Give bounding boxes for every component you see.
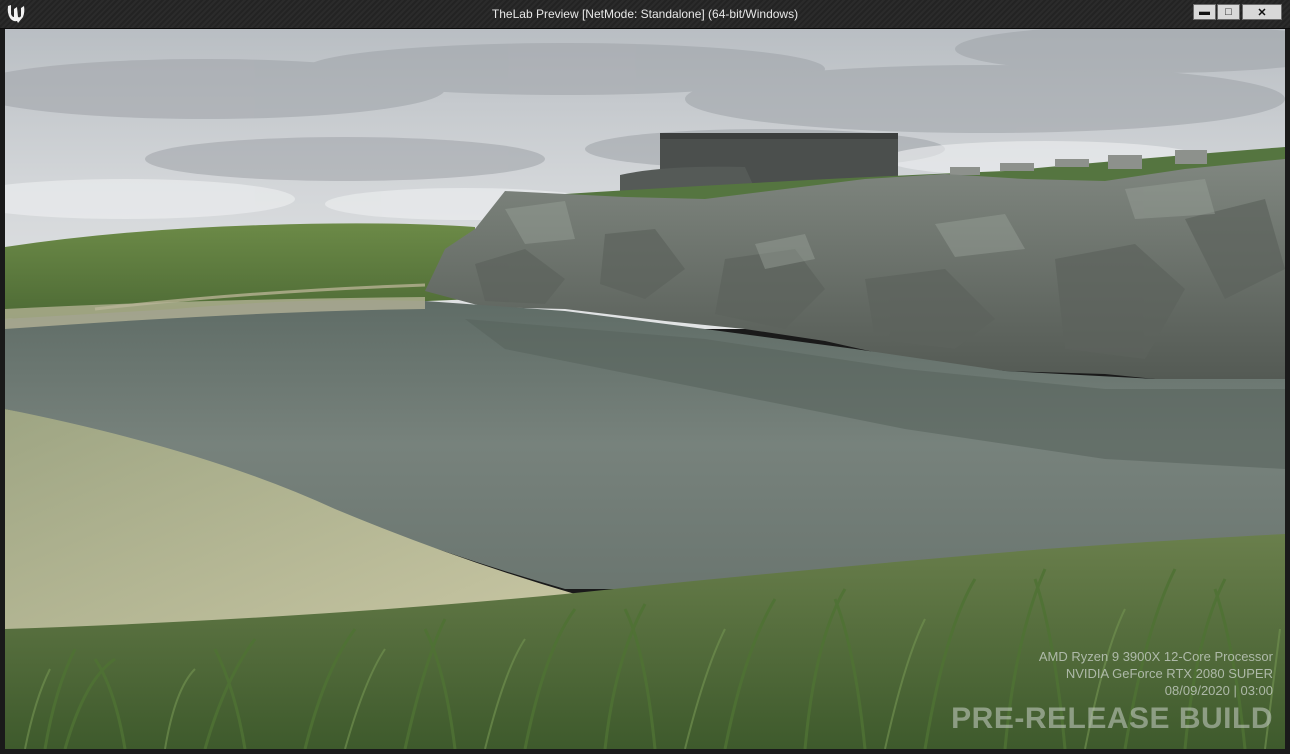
gpu-info-text: NVIDIA GeForce RTX 2080 SUPER (1065, 666, 1273, 681)
title-bar[interactable]: TheLab Preview [NetMode: Standalone] (64… (0, 0, 1290, 29)
game-viewport[interactable]: AMD Ryzen 9 3900X 12-Core Processor NVID… (5, 29, 1285, 749)
close-button[interactable]: ✕ (1242, 4, 1282, 20)
game-window: TheLab Preview [NetMode: Standalone] (64… (0, 0, 1290, 754)
window-title: TheLab Preview [NetMode: Standalone] (64… (491, 7, 799, 21)
cpu-info-text: AMD Ryzen 9 3900X 12-Core Processor (1038, 649, 1273, 664)
build-datetime-text: 08/09/2020 | 03:00 (1164, 683, 1273, 698)
pre-release-build-label: PRE-RELEASE BUILD (951, 702, 1273, 735)
scene-render (5, 29, 1285, 749)
minimize-button[interactable]: ▬ (1193, 4, 1216, 20)
maximize-button[interactable]: □ (1217, 4, 1240, 20)
